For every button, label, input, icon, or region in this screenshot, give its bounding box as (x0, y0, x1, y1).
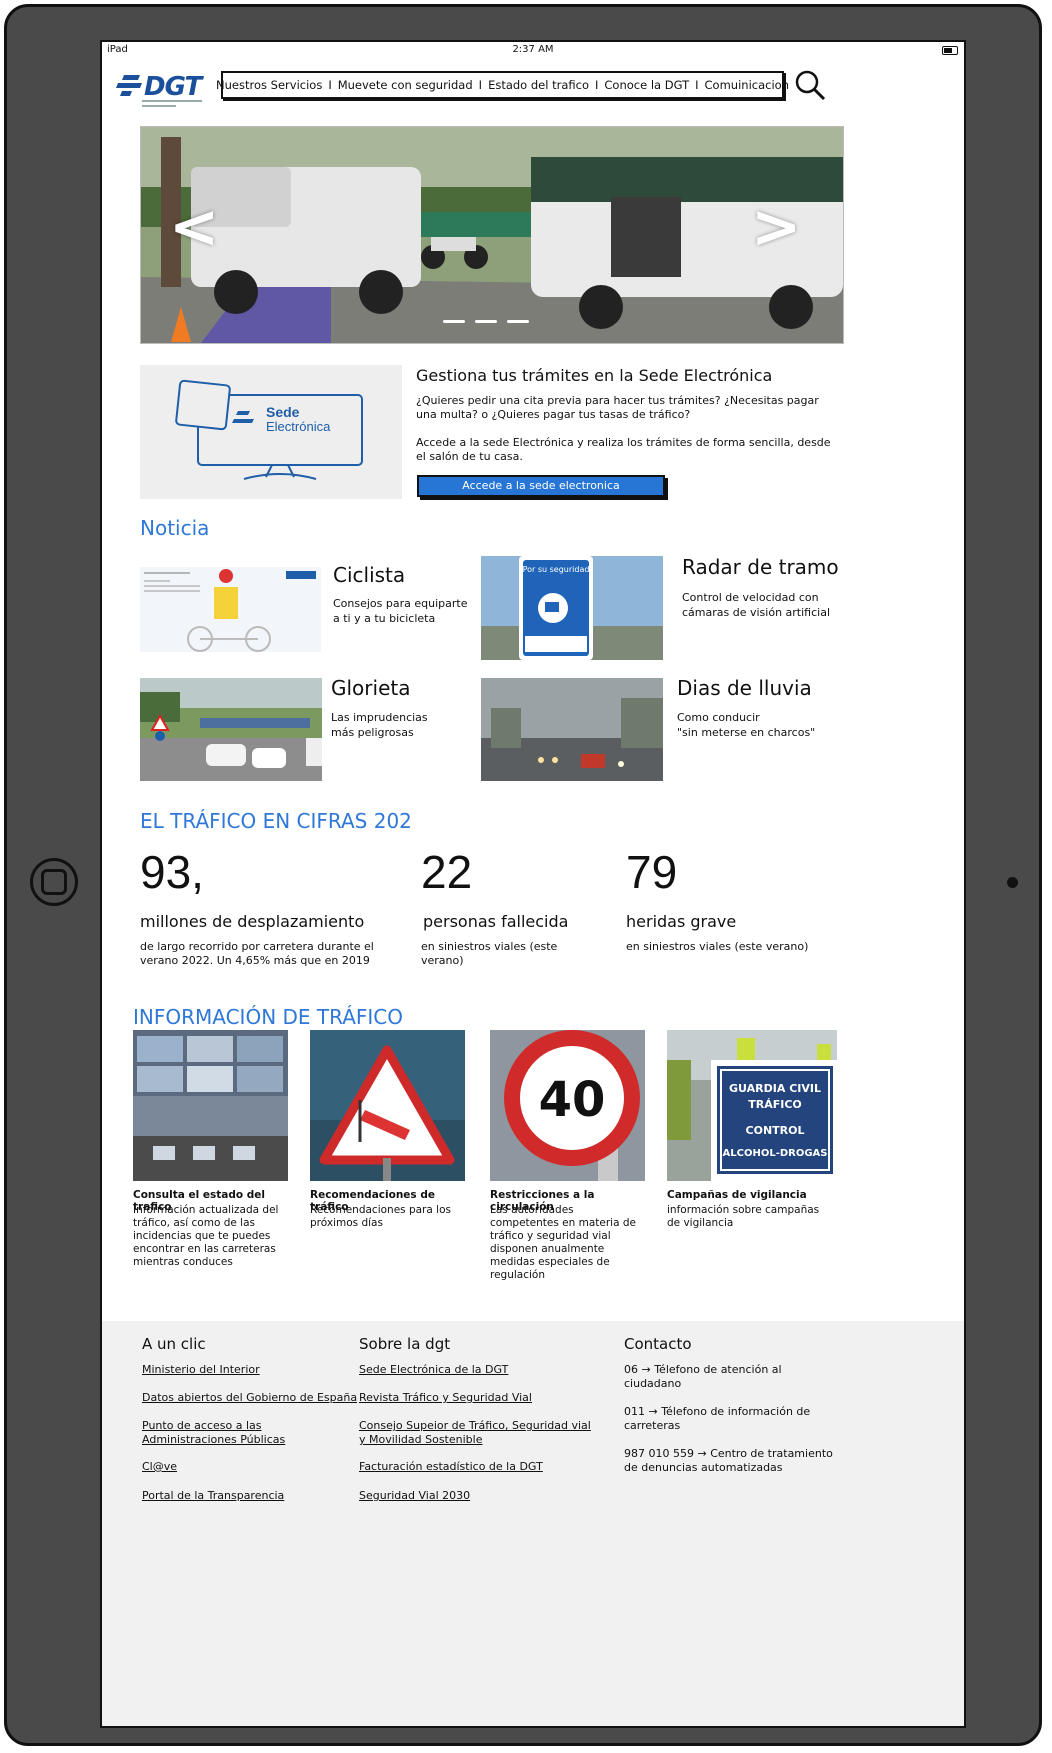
sede-image-title: Sede (266, 404, 300, 420)
footer-link-ministerio[interactable]: Ministerio del Interior (142, 1363, 260, 1377)
traffic-heading: INFORMACIÓN DE TRÁFICO (133, 1005, 403, 1029)
logo-text: DGT (144, 72, 202, 102)
carousel-dot[interactable] (443, 320, 465, 323)
clock: 2:37 AM (512, 44, 554, 55)
sede-image: Sede Electrónica (140, 365, 402, 499)
carousel-dot[interactable] (475, 320, 497, 323)
search-icon[interactable] (793, 68, 827, 102)
footer-contact-denuncias: 987 010 559 → Centro de tratamiento de d… (624, 1447, 833, 1474)
camera-dot (1007, 877, 1018, 888)
footer-heading-clic: A un clic (142, 1335, 206, 1353)
footer-contact-06: 06 → Télefono de atención al ciudadano (624, 1363, 782, 1390)
status-bar: iPad 2:37 AM (102, 42, 964, 58)
nav-item-conoce[interactable]: Conoce la DGT (600, 78, 693, 92)
figure-label-3: heridas grave (626, 912, 737, 931)
carousel-next-icon[interactable]: > (751, 197, 801, 257)
carousel-dot[interactable] (507, 320, 529, 323)
nav-item-seguridad[interactable]: Muevete con seguridad (334, 78, 477, 92)
nav-item-estado[interactable]: Estado del trafico (484, 78, 593, 92)
traffic-title-campanas[interactable]: Campañas de vigilancia (667, 1189, 827, 1201)
footer-link-punto-acceso[interactable]: Punto de acceso a las Administraciones P… (142, 1419, 357, 1447)
traffic-desc-estado: Información actualizada del tráfico, así… (133, 1204, 279, 1268)
traffic-image-campanas[interactable]: GUARDIA CIVIL TRÁFICO CONTROL ALCOHOL-DR… (667, 1030, 837, 1181)
dgt-emblem-icon (116, 75, 142, 96)
news-image-ciclista[interactable] (140, 567, 321, 652)
footer-link-revista[interactable]: Revista Tráfico y Seguridad Vial (359, 1391, 532, 1405)
dgt-logo[interactable]: DGT (114, 68, 208, 110)
news-image-glorieta[interactable] (140, 678, 322, 781)
tablet-frame: iPad 2:37 AM DGT Nuestros Servicios I Mu… (4, 4, 1042, 1746)
traffic-image-restricciones[interactable]: 40 (490, 1030, 645, 1181)
footer-link-clave[interactable]: Cl@ve (142, 1460, 177, 1474)
news-title-lluvia[interactable]: Dias de lluvia (677, 676, 812, 700)
footer-link-consejo[interactable]: Consejo Supeior de Tráfico, Seguridad vi… (359, 1419, 594, 1447)
carousel-indicators (443, 320, 529, 323)
news-title-ciclista[interactable]: Ciclista (333, 563, 405, 587)
footer-link-sede[interactable]: Sede Electrónica de la DGT (359, 1363, 508, 1377)
hero-carousel[interactable]: < > (140, 126, 844, 344)
news-desc-ciclista: Consejos para equiparte a ti y a tu bici… (333, 597, 468, 625)
news-desc-radar: Control de velocidad con cámaras de visi… (682, 591, 830, 619)
battery-icon (942, 46, 958, 55)
main-nav: Nuestros Servicios I Muevete con segurid… (216, 71, 789, 99)
guard-sign-line-4: ALCOHOL-DROGAS (723, 1148, 828, 1159)
nav-item-servicios[interactable]: Nuestros Servicios (212, 78, 326, 92)
hero-image (141, 127, 843, 343)
news-heading: Noticia (140, 516, 210, 540)
guard-sign-line-2: TRÁFICO (748, 1098, 802, 1111)
carousel-prev-icon[interactable]: < (169, 197, 219, 257)
nav-item-comunicacion[interactable]: Comuinicacion (701, 78, 793, 92)
footer-contact-011: 011 → Télefono de información de carrete… (624, 1405, 811, 1432)
traffic-image-estado[interactable] (133, 1030, 288, 1181)
figures-heading: EL TRÁFICO EN CIFRAS 202 (140, 809, 412, 833)
footer-link-seguridad-vial[interactable]: Seguridad Vial 2030 (359, 1489, 470, 1503)
figure-value-1: 93, (140, 846, 204, 898)
traffic-desc-restricciones: Las autoridades competentes en materia d… (490, 1204, 636, 1281)
footer-link-datos-abiertos[interactable]: Datos abiertos del Gobierno de España (142, 1391, 357, 1405)
footer-link-transparencia[interactable]: Portal de la Transparencia (142, 1489, 284, 1503)
traffic-image-recomendaciones[interactable] (310, 1030, 465, 1181)
footer-heading-dgt: Sobre la dgt (359, 1335, 451, 1353)
speed-sign-text: 40 (539, 1072, 606, 1128)
sede-title: Gestiona tus trámites en la Sede Electró… (416, 366, 773, 385)
figure-value-3: 79 (626, 846, 678, 898)
footer-link-facturacion[interactable]: Facturación estadístico de la DGT (359, 1460, 543, 1474)
figure-desc-1: de largo recorrido por carretera durante… (140, 940, 374, 967)
monitor-icon: Sede Electrónica (175, 379, 363, 480)
news-desc-lluvia: Como conducir "sin meterse en charcos" (677, 711, 816, 739)
figure-desc-3: en siniestros viales (este verano) (626, 940, 809, 953)
figure-label-2: personas fallecida (423, 912, 569, 931)
news-title-glorieta[interactable]: Glorieta (331, 676, 410, 700)
screen: iPad 2:37 AM DGT Nuestros Servicios I Mu… (100, 40, 966, 1728)
news-desc-glorieta: Las imprudencias más peligrosas (331, 711, 428, 739)
news-image-radar[interactable]: Por su seguridad (481, 556, 663, 660)
guard-sign-line-3: CONTROL (746, 1124, 805, 1137)
radar-sign-text: Por su seguridad (523, 565, 590, 574)
news-title-radar[interactable]: Radar de tramo (682, 555, 839, 579)
home-button[interactable] (30, 858, 78, 906)
sede-button[interactable]: Accede a la sede electronica (417, 475, 665, 497)
sede-image-subtitle: Electrónica (266, 419, 331, 434)
sede-paragraph-1: ¿Quieres pedir una cita previa para hace… (416, 394, 819, 421)
traffic-desc-recomendaciones: Recomendaciones para los próximos días (310, 1204, 451, 1229)
guard-sign-line-1: GUARDIA CIVIL (729, 1082, 821, 1095)
footer-heading-contacto: Contacto (624, 1335, 692, 1353)
footer: A un clic Ministerio del Interior Datos … (102, 1321, 964, 1726)
news-image-lluvia[interactable] (481, 678, 663, 781)
sede-paragraph-2: Accede a la sede Electrónica y realiza l… (416, 436, 831, 463)
figure-desc-2: en siniestros viales (este verano) (421, 940, 558, 967)
figure-value-2: 22 (421, 846, 473, 898)
traffic-desc-campanas: información sobre campañas de vigilancia (667, 1204, 820, 1229)
figure-label-1: millones de desplazamiento (140, 912, 365, 931)
